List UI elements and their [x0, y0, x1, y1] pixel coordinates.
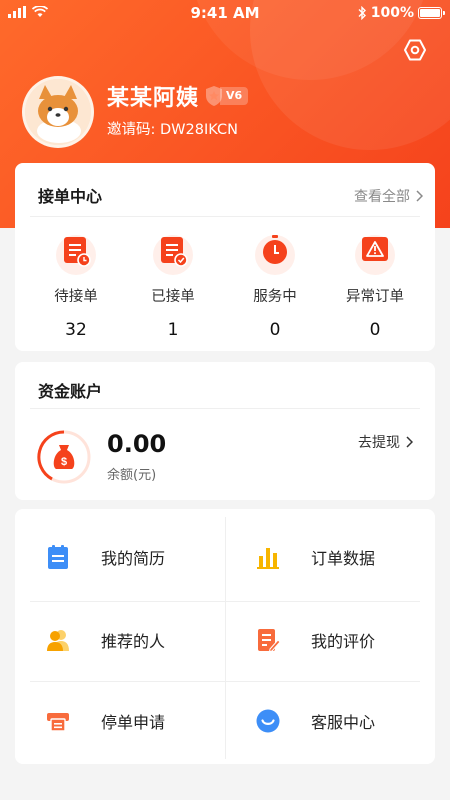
menu-item-stop-orders[interactable]: 停单申请 — [15, 691, 215, 751]
fund-account-card: 资金账户 $ 0.00 余额(元) 去提现 — [15, 362, 435, 500]
invite-code-value: DW28IKCN — [160, 122, 238, 138]
status-bar: 9:41 AM 100% — [0, 0, 450, 26]
stat-accepted[interactable]: 已接单 1 — [128, 235, 218, 340]
chevron-right-icon — [416, 190, 423, 202]
stat-label: 异常订单 — [346, 289, 404, 305]
order-center-title: 接单中心 — [38, 187, 103, 206]
balance-amount: 0.00 — [107, 430, 167, 458]
menu-grid-card: 我的简历 订单数据 推荐的人 我的评价 停单申请 客服中心 — [15, 509, 435, 764]
customer-service-icon — [256, 709, 280, 733]
withdraw-button[interactable]: 去提现 — [358, 432, 413, 452]
in-service-timer-icon — [263, 235, 287, 264]
pending-order-icon — [64, 237, 91, 267]
menu-item-referrals[interactable]: 推荐的人 — [15, 610, 215, 670]
invite-code-label: 邀请码: — [107, 122, 156, 138]
withdraw-label: 去提现 — [358, 435, 400, 451]
stat-pending[interactable]: 待接单 32 — [31, 235, 121, 340]
stat-value: 0 — [369, 320, 381, 340]
svg-text:$: $ — [61, 456, 67, 468]
divider — [30, 408, 420, 409]
balance-label: 余额(元) — [107, 468, 157, 483]
menu-item-order-data[interactable]: 订单数据 — [225, 527, 425, 587]
battery-icon — [418, 7, 445, 19]
avatar[interactable] — [22, 76, 94, 148]
stat-label: 待接单 — [54, 289, 98, 305]
people-icon — [47, 630, 69, 651]
chevron-right-icon — [406, 436, 413, 448]
menu-item-resume[interactable]: 我的简历 — [15, 527, 215, 587]
printer-stop-icon — [47, 713, 69, 732]
stat-value: 1 — [167, 320, 179, 340]
menu-label: 停单申请 — [101, 713, 166, 732]
resume-icon — [48, 545, 68, 569]
menu-item-customer-service[interactable]: 客服中心 — [225, 691, 425, 751]
accepted-order-icon — [161, 237, 188, 267]
stat-in-service[interactable]: 服务中 0 — [230, 235, 320, 340]
divider — [30, 681, 420, 682]
bluetooth-icon — [358, 6, 366, 20]
stat-value: 32 — [65, 320, 87, 340]
settings-hexagon-icon[interactable] — [403, 38, 427, 62]
menu-label: 我的简历 — [101, 549, 166, 568]
divider — [30, 216, 420, 217]
stat-label: 服务中 — [253, 289, 297, 305]
menu-label: 我的评价 — [311, 632, 376, 651]
fund-account-title: 资金账户 — [38, 382, 103, 401]
divider — [30, 601, 420, 602]
bar-chart-icon — [257, 548, 279, 569]
stat-abnormal[interactable]: 异常订单 0 — [330, 235, 420, 340]
menu-item-my-reviews[interactable]: 我的评价 — [225, 610, 425, 670]
menu-label: 订单数据 — [311, 549, 376, 568]
invite-code: 邀请码: DW28IKCN — [107, 118, 238, 139]
review-edit-icon — [258, 629, 281, 653]
stat-value: 0 — [269, 320, 281, 340]
order-center-card: 接单中心 查看全部 待接单 32 已接单 1 服务中 0 异常订单 0 — [15, 163, 435, 351]
money-bag-icon: $ — [37, 430, 91, 484]
vip-level-badge: V6 — [204, 85, 249, 107]
stat-label: 已接单 — [151, 289, 195, 305]
menu-label: 推荐的人 — [101, 632, 166, 651]
battery-percent: 100% — [370, 5, 414, 21]
username: 某某阿姨 — [107, 86, 200, 111]
abnormal-order-warning-icon — [362, 237, 388, 261]
vip-level-text: V6 — [220, 87, 249, 105]
menu-label: 客服中心 — [311, 713, 376, 732]
view-all-link[interactable]: 查看全部 — [354, 186, 423, 206]
corgi-avatar-icon — [25, 79, 91, 145]
view-all-label: 查看全部 — [354, 189, 410, 205]
